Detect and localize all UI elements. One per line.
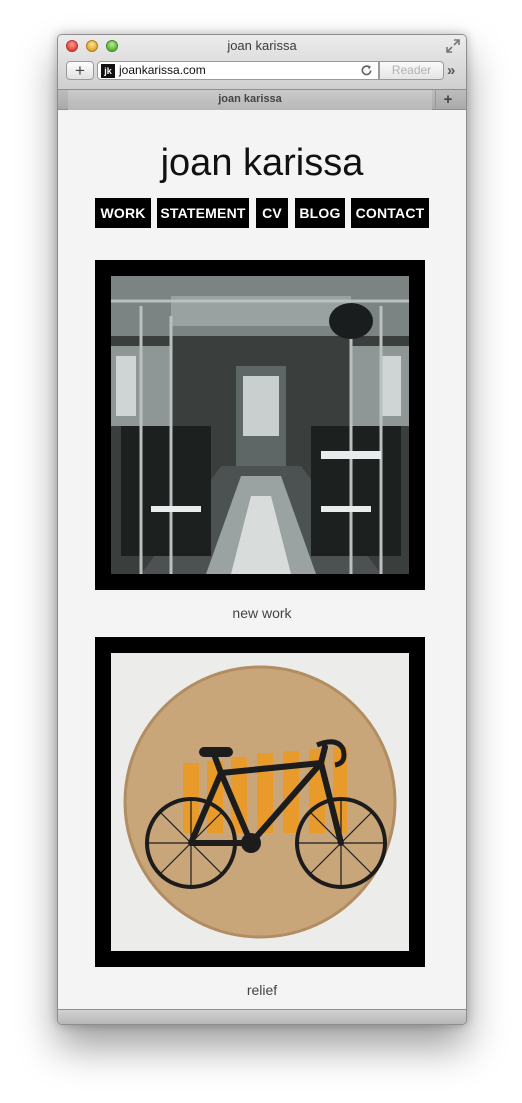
reload-icon[interactable] xyxy=(360,64,373,77)
nav-blog[interactable]: BLOG xyxy=(295,198,345,228)
new-tab-button[interactable]: + xyxy=(435,90,460,109)
nav-work[interactable]: WORK xyxy=(95,198,151,228)
address-bar[interactable]: jk joankarissa.com xyxy=(97,61,379,80)
nav-contact[interactable]: CONTACT xyxy=(351,198,429,228)
caption-new-work[interactable]: new work xyxy=(58,605,466,621)
web-page: joan karissa WORK STATEMENT CV BLOG CONT… xyxy=(58,110,466,1009)
browser-statusbar xyxy=(58,1009,466,1024)
favicon-icon: jk xyxy=(101,64,115,78)
browser-titlebar: joan karissa + jk joankarissa.com Reader… xyxy=(58,35,466,89)
nav-statement[interactable]: STATEMENT xyxy=(157,198,249,228)
tab-joan-karissa[interactable]: joan karissa xyxy=(68,90,432,110)
url-text[interactable]: joankarissa.com xyxy=(119,63,206,77)
window-title: joan karissa xyxy=(227,38,297,53)
add-bookmark-button[interactable]: + xyxy=(66,61,94,80)
bicycle-relief-image xyxy=(111,653,409,951)
artwork-new-work[interactable] xyxy=(95,260,425,590)
site-title[interactable]: joan karissa xyxy=(58,142,466,185)
toolbar-overflow-icon[interactable]: » xyxy=(447,63,455,78)
browser-window: joan karissa + jk joankarissa.com Reader… xyxy=(57,34,467,1025)
reader-button[interactable]: Reader xyxy=(379,61,444,80)
fullscreen-icon[interactable] xyxy=(446,39,460,53)
tab-bar: joan karissa + xyxy=(58,89,466,110)
main-nav: WORK STATEMENT CV BLOG CONTACT xyxy=(58,198,466,228)
bus-interior-image xyxy=(111,276,409,574)
caption-relief[interactable]: relief xyxy=(58,982,466,998)
artwork-relief[interactable] xyxy=(95,637,425,967)
nav-cv[interactable]: CV xyxy=(256,198,288,228)
